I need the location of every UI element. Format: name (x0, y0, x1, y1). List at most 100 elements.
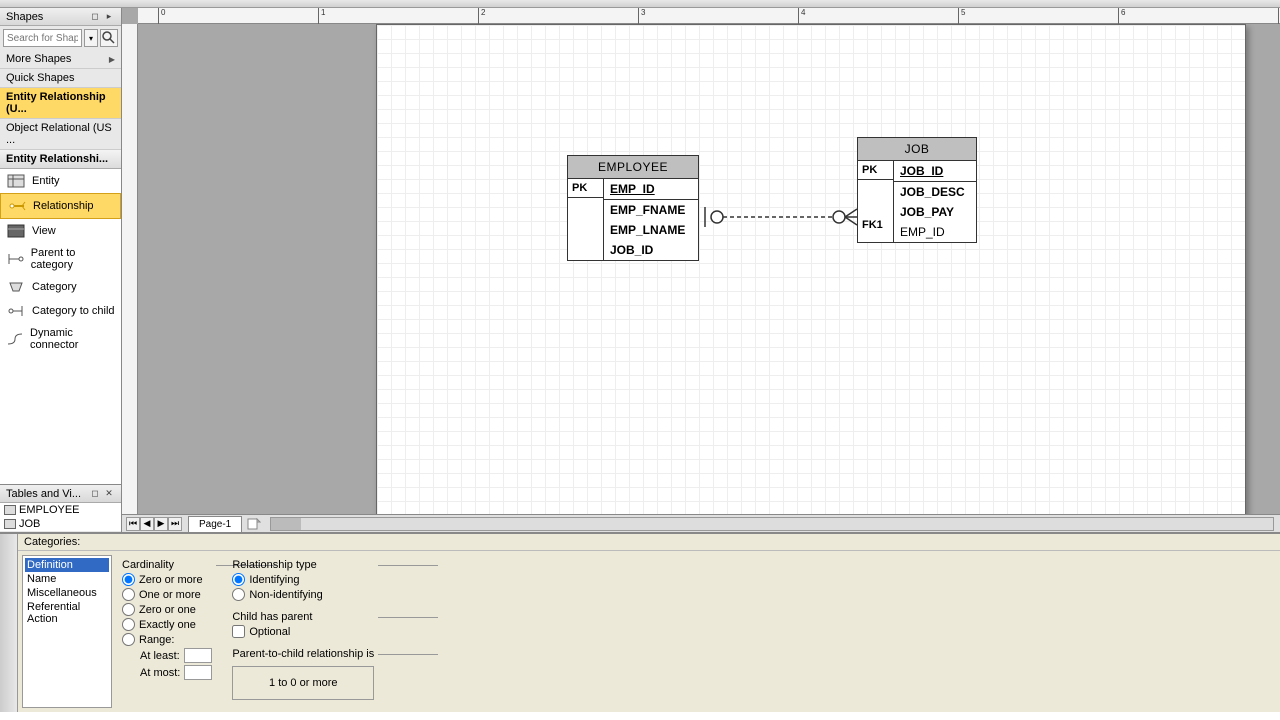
tables-views-header: Tables and Vi... ◻ ✕ (0, 485, 121, 503)
category-item[interactable]: Definition (25, 558, 109, 572)
shape-item-category[interactable]: Category (0, 275, 121, 299)
shapes-title: Shapes (6, 11, 43, 23)
props-gutter[interactable] (0, 534, 18, 712)
page-tab-1[interactable]: Page-1 (188, 516, 242, 532)
job-pk: JOB_ID (894, 161, 976, 181)
cardinality-radio[interactable] (122, 588, 135, 601)
shape-search-row: ▾ (0, 26, 121, 50)
nav-item[interactable]: Object Relational (US ... (0, 119, 121, 150)
employee-attr-0: EMP_FNAME (604, 200, 698, 220)
table-icon (4, 519, 16, 529)
ptc-icon (6, 251, 25, 267)
optional-checkbox[interactable] (232, 625, 245, 638)
at-most-input[interactable] (184, 665, 212, 680)
shape-item-entity[interactable]: Entity (0, 169, 121, 193)
new-page-tab[interactable] (244, 518, 264, 530)
category-item[interactable]: Miscellaneous (25, 586, 109, 600)
props-title: Categories: (18, 534, 1280, 551)
entity-job[interactable]: JOB PK FK1 JOB_ID JOB_DESC (857, 137, 977, 243)
shape-search-input[interactable] (3, 29, 82, 47)
stencil-title: Entity Relationshi... (0, 150, 121, 169)
canvas-area: 01234567 EMPLOYEE PK (122, 8, 1280, 532)
category-item[interactable]: Referential Action (25, 600, 109, 626)
relationship-type-group: Relationship type Identifying Non-identif… (232, 559, 374, 603)
connector-icon (6, 331, 24, 347)
tab-prev-icon[interactable]: ◀ (140, 517, 154, 531)
cardinality-group: Cardinality Zero or more One or more Zero … (122, 559, 212, 680)
search-go-button[interactable] (100, 29, 118, 47)
nav-item[interactable]: More Shapes▶ (0, 50, 121, 69)
shapes-panel-header: Shapes ◻ ▸ (0, 8, 121, 26)
shape-item-ptc[interactable]: Parent to category (0, 243, 121, 275)
drawing-page[interactable]: EMPLOYEE PK EMP_ID EMP_FNAME (376, 24, 1246, 514)
at-least-label: At least: (140, 650, 180, 662)
employee-pk-label: PK (568, 179, 603, 197)
shape-item-ctc[interactable]: Category to child (0, 299, 121, 323)
tables-views-panel: Tables and Vi... ◻ ✕ EMPLOYEEJOB (0, 484, 121, 532)
shapes-panel: Shapes ◻ ▸ ▾ More Shapes▶Quick ShapesEnt… (0, 8, 122, 532)
tv-restore-icon[interactable]: ◻ (89, 488, 101, 500)
cardinality-option[interactable]: Range: (122, 633, 212, 646)
cardinality-radio[interactable] (122, 603, 135, 616)
ruler-vertical (122, 24, 138, 514)
job-attr-1: JOB_PAY (894, 202, 976, 222)
cardinality-radio[interactable] (122, 573, 135, 586)
properties-panel: Categories: DefinitionNameMiscellaneousR… (0, 532, 1280, 712)
shape-list: EntityRelationshipViewParent to category… (0, 169, 121, 484)
nav-item[interactable]: Quick Shapes (0, 69, 121, 88)
child-has-parent-label: Child has parent (232, 611, 374, 623)
relationship-type-label: Relationship type (232, 559, 374, 571)
employee-attr-1: EMP_LNAME (604, 220, 698, 240)
parent-child-group: Parent-to-child relationship is 1 to 0 o… (232, 648, 374, 700)
entity-employee[interactable]: EMPLOYEE PK EMP_ID EMP_FNAME (567, 155, 699, 261)
app-toolbar (0, 0, 1280, 8)
reltype-radio[interactable] (232, 573, 245, 586)
page-viewport[interactable]: EMPLOYEE PK EMP_ID EMP_FNAME (138, 24, 1280, 514)
table-icon (4, 505, 16, 515)
panel-restore-icon[interactable]: ◻ (89, 11, 101, 23)
reltype-option[interactable]: Non-identifying (232, 588, 374, 601)
job-attr-2: EMP_ID (894, 222, 976, 242)
view-icon (6, 223, 26, 239)
at-most-label: At most: (140, 667, 180, 679)
reltype-option[interactable]: Identifying (232, 573, 374, 586)
cardinality-option[interactable]: One or more (122, 588, 212, 601)
employee-attr-2: JOB_ID (604, 240, 698, 260)
at-least-input[interactable] (184, 648, 212, 663)
cardinality-option[interactable]: Exactly one (122, 618, 212, 631)
cardinality-option[interactable]: Zero or more (122, 573, 212, 586)
parent-child-label: Parent-to-child relationship is (232, 648, 374, 660)
category-icon (6, 279, 26, 295)
tv-item[interactable]: JOB (0, 517, 121, 531)
tv-item[interactable]: EMPLOYEE (0, 503, 121, 517)
relationship-connector[interactable] (699, 207, 857, 232)
job-pk-label: PK (858, 161, 893, 179)
cardinality-option[interactable]: Zero or one (122, 603, 212, 616)
tv-close-icon[interactable]: ✕ (103, 488, 115, 500)
page-tabs-bar: ⏮ ◀ ▶ ⏭ Page-1 (122, 514, 1280, 532)
cardinality-radio[interactable] (122, 633, 135, 646)
entity-employee-title: EMPLOYEE (568, 156, 698, 179)
optional-checkbox-row[interactable]: Optional (232, 625, 374, 638)
categories-list: DefinitionNameMiscellaneousReferential A… (22, 555, 112, 708)
nav-item[interactable]: Entity Relationship (U... (0, 88, 121, 119)
tab-first-icon[interactable]: ⏮ (126, 517, 140, 531)
shape-item-connector[interactable]: Dynamic connector (0, 323, 121, 355)
entity-job-title: JOB (858, 138, 976, 161)
tables-views-title: Tables and Vi... (6, 488, 81, 500)
shape-item-relationship[interactable]: Relationship (0, 193, 121, 219)
job-attr-0: JOB_DESC (894, 182, 976, 202)
horizontal-scrollbar[interactable] (270, 517, 1274, 531)
ruler-horizontal: 01234567 (138, 8, 1280, 24)
cardinality-label: Cardinality (122, 559, 212, 571)
panel-menu-icon[interactable]: ▸ (103, 11, 115, 23)
cardinality-radio[interactable] (122, 618, 135, 631)
shape-item-view[interactable]: View (0, 219, 121, 243)
reltype-radio[interactable] (232, 588, 245, 601)
relationship-summary: 1 to 0 or more (232, 666, 374, 700)
tab-next-icon[interactable]: ▶ (154, 517, 168, 531)
grid (377, 25, 1245, 514)
category-item[interactable]: Name (25, 572, 109, 586)
tab-last-icon[interactable]: ⏭ (168, 517, 182, 531)
search-dropdown-icon[interactable]: ▾ (84, 29, 98, 47)
